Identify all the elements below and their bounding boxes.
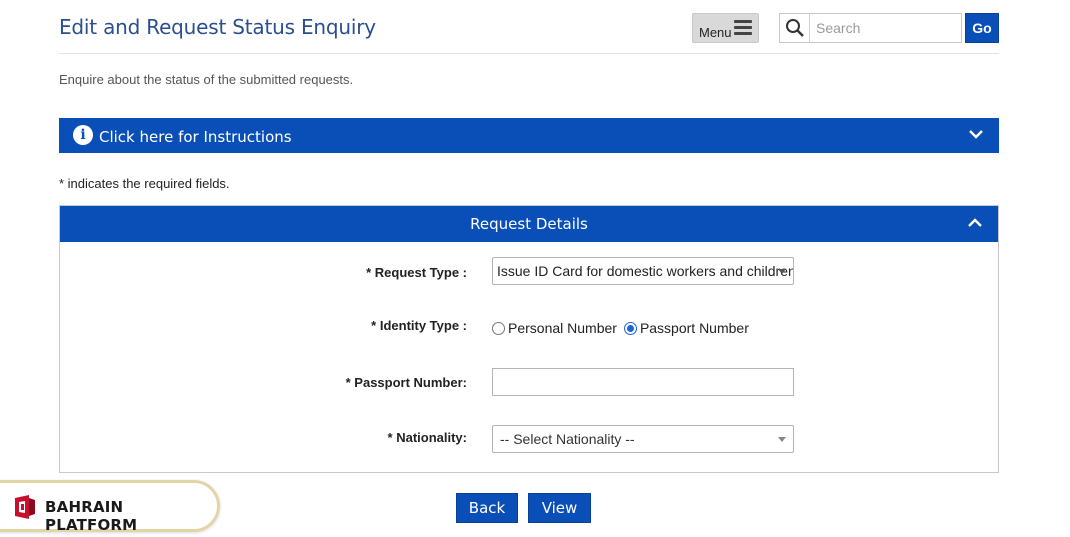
- nationality-label: * Nationality:: [387, 430, 467, 445]
- radio-personal-number[interactable]: Personal Number: [492, 320, 617, 336]
- header-divider: [59, 53, 999, 54]
- radio-label: Passport Number: [639, 320, 749, 336]
- passport-number-input[interactable]: [493, 369, 793, 395]
- bahrain-platform-logo-icon: [15, 495, 35, 519]
- radio-passport-number[interactable]: Passport Number: [623, 320, 749, 336]
- back-button[interactable]: Back: [456, 493, 518, 523]
- chevron-down-icon: [778, 269, 786, 274]
- bahrain-platform-badge[interactable]: BAHRAIN PLATFORM: [0, 480, 220, 534]
- radio-label: Personal Number: [508, 320, 617, 336]
- chevron-down-icon: [969, 130, 983, 139]
- go-button[interactable]: Go: [965, 13, 999, 43]
- request-type-label: * Request Type :: [366, 265, 467, 280]
- search-box: [779, 13, 962, 43]
- view-button[interactable]: View: [528, 493, 591, 523]
- bahrain-platform-label: BAHRAIN PLATFORM: [45, 498, 138, 534]
- identity-type-radio-group: Personal Number Passport Number: [492, 320, 756, 336]
- info-icon: i: [73, 125, 93, 145]
- request-type-value: Issue ID Card for domestic workers and c…: [497, 263, 793, 279]
- instructions-toggle[interactable]: i Click here for Instructions: [59, 118, 999, 153]
- passport-number-label: * Passport Number:: [345, 375, 467, 390]
- page-description: Enquire about the status of the submitte…: [59, 72, 354, 87]
- instructions-label: Click here for Instructions: [99, 128, 292, 146]
- menu-button[interactable]: Menu: [692, 13, 759, 43]
- radio-button[interactable]: [492, 321, 505, 335]
- search-icon: [780, 14, 810, 42]
- radio-button[interactable]: [623, 321, 637, 335]
- menu-button-label: Menu: [699, 25, 732, 40]
- request-details-header[interactable]: Request Details: [60, 206, 998, 242]
- required-fields-note: * indicates the required fields.: [59, 176, 230, 191]
- chevron-up-icon: [968, 218, 982, 227]
- search-input[interactable]: [810, 15, 960, 41]
- chevron-down-icon: [778, 437, 786, 442]
- hamburger-icon: [734, 20, 752, 36]
- nationality-select[interactable]: -- Select Nationality --: [492, 425, 794, 453]
- request-details-panel: Request Details * Request Type : Issue I…: [59, 205, 999, 473]
- request-type-select[interactable]: Issue ID Card for domestic workers and c…: [492, 257, 794, 285]
- page-title: Edit and Request Status Enquiry: [59, 15, 376, 39]
- request-details-title: Request Details: [470, 215, 588, 233]
- identity-type-label: * Identity Type :: [371, 318, 467, 333]
- nationality-value: -- Select Nationality --: [500, 431, 635, 447]
- passport-number-field: [492, 368, 794, 396]
